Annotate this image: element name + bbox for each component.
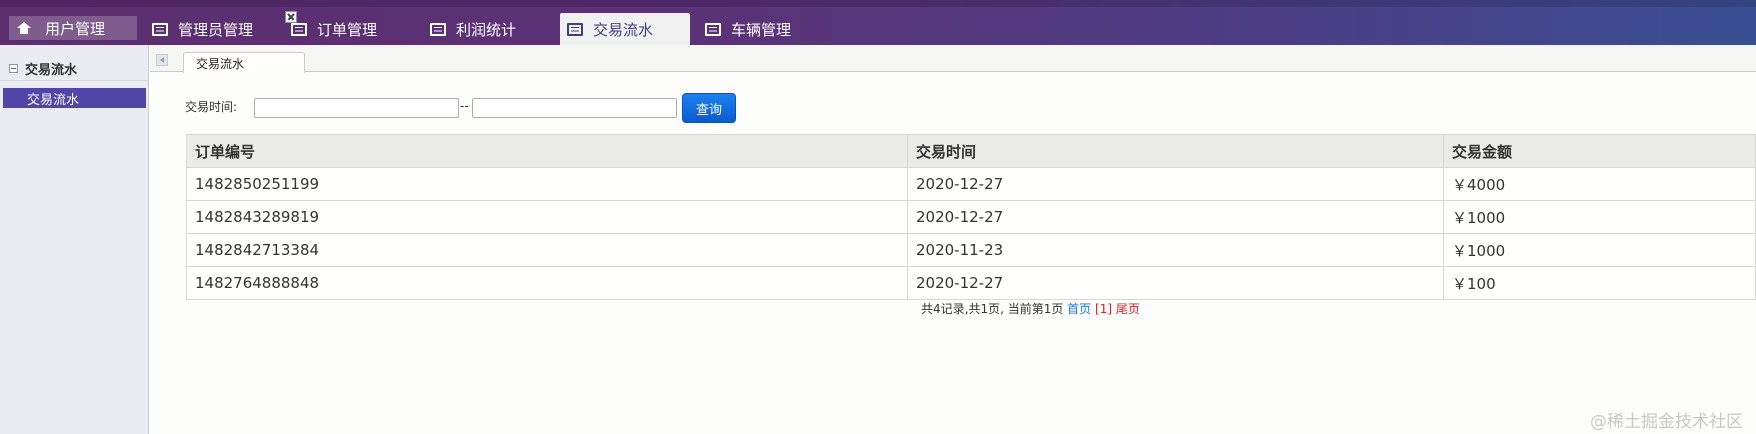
tab-label: 管理员管理 — [178, 20, 254, 39]
tab-vehicle-management[interactable]: 车辆管理 — [705, 13, 791, 45]
current-page-link[interactable]: [1] — [1095, 302, 1112, 316]
watermark: @稀土掘金技术社区 — [1590, 412, 1743, 432]
cell-trade-time: 2020-11-23 — [907, 233, 1444, 267]
transactions-table: 订单编号 交易时间 交易金额 1482850251199 2020-12-27 … — [186, 134, 1756, 300]
cell-trade-time: 2020-12-27 — [907, 266, 1444, 300]
column-header-order-id[interactable]: 订单编号 — [186, 134, 908, 168]
cell-order-id: 1482764888848 — [186, 266, 908, 300]
cell-order-id: 1482850251199 — [186, 167, 908, 201]
tab-profit-statistics[interactable]: 利润统计 — [430, 13, 516, 45]
content-tab-label: 交易流水 — [196, 56, 245, 71]
tab-transactions[interactable]: 交易流水 — [560, 13, 690, 45]
tab-admin-management[interactable]: 管理员管理 — [152, 13, 253, 45]
cell-amount: ￥4000 — [1443, 167, 1756, 201]
cell-amount: ￥1000 — [1443, 200, 1756, 234]
column-header-trade-time[interactable]: 交易时间 — [907, 134, 1444, 168]
list-icon — [705, 22, 721, 36]
home-icon — [17, 22, 31, 34]
collapse-minus-icon[interactable] — [9, 63, 18, 73]
sidebar-item-label: 交易流水 — [27, 92, 80, 108]
top-nav-stripe — [0, 0, 1756, 7]
table-header-row: 订单编号 交易时间 交易金额 — [186, 134, 1756, 168]
tab-label: 订单管理 — [317, 20, 378, 39]
tab-label: 交易流水 — [593, 20, 654, 39]
tab-order-management[interactable]: 订单管理 — [291, 13, 377, 45]
close-icon[interactable] — [285, 11, 297, 23]
cell-order-id: 1482842713384 — [186, 233, 908, 267]
sidebar: 交易流水 交易流水 — [0, 45, 149, 434]
end-date-input[interactable] — [472, 98, 677, 118]
pagination: 共4记录,共1页, 当前第1页 首页 [1] 尾页 — [921, 300, 1140, 317]
cell-amount: ￥1000 — [1443, 233, 1756, 267]
tab-label: 用户管理 — [45, 19, 106, 38]
content-tab-transactions[interactable]: 交易流水 — [183, 52, 305, 73]
table-row[interactable]: 1482764888848 2020-12-27 ￥100 — [186, 266, 1756, 300]
table-row[interactable]: 1482850251199 2020-12-27 ￥4000 — [186, 167, 1756, 201]
tab-user-management[interactable]: 用户管理 — [9, 16, 137, 40]
last-page-link[interactable]: 尾页 — [1116, 302, 1140, 316]
list-icon — [291, 22, 307, 36]
cell-trade-time: 2020-12-27 — [907, 200, 1444, 234]
collapse-sidebar-icon[interactable] — [156, 54, 168, 66]
column-header-amount[interactable]: 交易金额 — [1443, 134, 1756, 168]
tab-label: 利润统计 — [456, 20, 517, 39]
sidebar-header[interactable]: 交易流水 — [0, 56, 149, 81]
pagination-summary: 共4记录,共1页, 当前第1页 — [921, 302, 1068, 316]
sidebar-header-label: 交易流水 — [25, 62, 78, 78]
date-separator: -- — [460, 99, 469, 113]
first-page-link[interactable]: 首页 — [1067, 302, 1091, 316]
table-row[interactable]: 1482842713384 2020-11-23 ￥1000 — [186, 233, 1756, 267]
sidebar-item-transactions[interactable]: 交易流水 — [3, 88, 146, 108]
filter-label: 交易时间: — [185, 100, 238, 114]
cell-order-id: 1482843289819 — [186, 200, 908, 234]
query-button[interactable]: 查询 — [682, 93, 736, 123]
list-icon — [567, 22, 583, 36]
top-nav: 用户管理 管理员管理 订单管理 利润统计 交易流水 车辆管理 — [0, 0, 1756, 45]
list-icon — [430, 22, 446, 36]
cell-trade-time: 2020-12-27 — [907, 167, 1444, 201]
cell-amount: ￥100 — [1443, 266, 1756, 300]
list-icon — [152, 22, 168, 36]
tab-label: 车辆管理 — [731, 20, 792, 39]
content-tab-strip: 交易流水 — [150, 45, 1756, 73]
table-row[interactable]: 1482843289819 2020-12-27 ￥1000 — [186, 200, 1756, 234]
start-date-input[interactable] — [254, 98, 459, 118]
